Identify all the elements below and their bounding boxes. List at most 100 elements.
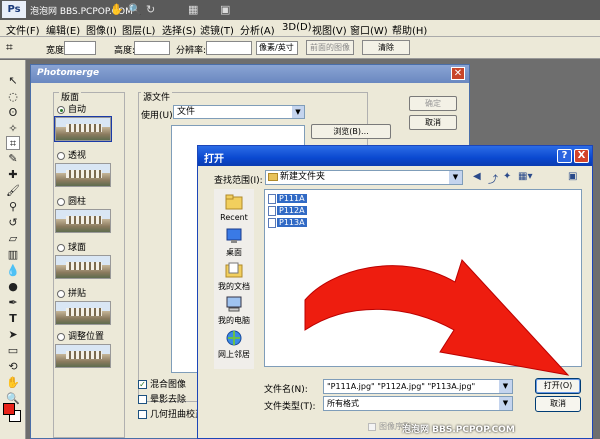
source-files-legend: 源文件	[141, 90, 173, 103]
chevron-down-icon: ▼	[499, 397, 512, 410]
menu-window[interactable]: 窗口(W)	[350, 22, 388, 37]
options-bar: ⌗ 宽度: 高度: 分辨率: 像素/英寸 前面的图像 清除	[0, 37, 600, 59]
layout-option-collage[interactable]: 拼贴	[57, 286, 86, 299]
close-button[interactable]: X	[574, 149, 589, 163]
photomerge-cancel-button[interactable]: 取消	[409, 115, 457, 130]
move-tool-icon[interactable]: ↖	[6, 74, 20, 88]
place-desktop[interactable]: 桌面	[214, 227, 254, 258]
use-select[interactable]: 文件 ▼	[173, 105, 305, 119]
eyedropper-icon[interactable]: ✎	[6, 152, 20, 166]
open-button[interactable]: 打开(O)	[535, 378, 581, 394]
healing-brush-icon[interactable]: ✚	[6, 168, 20, 182]
zoom-icon[interactable]: 🔍	[128, 3, 142, 16]
camera-icon[interactable]: ▣	[568, 171, 577, 182]
ok-button[interactable]: 确定	[409, 96, 457, 111]
menu-view[interactable]: 视图(V)	[312, 22, 347, 37]
history-brush-icon[interactable]: ↺	[6, 216, 20, 230]
layout-option-cylindrical[interactable]: 圆柱	[57, 194, 86, 207]
gradient-tool-icon[interactable]: ▥	[6, 248, 20, 262]
layout-thumbnail-spherical	[55, 255, 111, 279]
photomerge-close-button[interactable]: ✕	[451, 67, 465, 80]
look-in-select[interactable]: 新建文件夹 ▼	[265, 170, 463, 185]
menu-edit[interactable]: 编辑(E)	[46, 22, 80, 37]
clone-stamp-icon[interactable]: ⚲	[6, 200, 20, 214]
place-recent[interactable]: Recent	[214, 193, 254, 222]
lasso-tool-icon[interactable]: ʘ	[6, 106, 20, 120]
blur-tool-icon[interactable]: 💧	[6, 264, 20, 278]
file-item[interactable]: P111A	[268, 193, 307, 205]
menu-select[interactable]: 选择(S)	[162, 22, 196, 37]
recent-folder-icon	[225, 194, 243, 210]
open-file-dialog: 打开 ? X 查找范围(I): 新建文件夹 ▼ ◀ ⤴ ✦ ▦▾ ▣ Recent…	[197, 145, 593, 439]
place-network[interactable]: 网上邻居	[214, 329, 254, 360]
layout-option-auto[interactable]: 自动	[57, 102, 86, 115]
radio-icon	[57, 151, 65, 160]
dodge-tool-icon[interactable]: ●	[6, 280, 20, 294]
menu-filter[interactable]: 滤镜(T)	[200, 22, 234, 37]
arrange-icon[interactable]: ▦	[188, 3, 198, 16]
menu-analysis[interactable]: 分析(A)	[240, 22, 275, 37]
foreground-color-swatch[interactable]	[3, 403, 15, 415]
radio-icon	[57, 197, 65, 206]
resolution-label: 分辨率:	[176, 46, 207, 56]
resolution-input[interactable]	[206, 41, 252, 55]
rotate-icon[interactable]: ↻	[146, 3, 155, 16]
marquee-tool-icon[interactable]: ◌	[6, 90, 20, 104]
front-image-button[interactable]: 前面的图像	[306, 40, 354, 55]
radio-icon	[57, 332, 65, 341]
width-input[interactable]	[64, 41, 96, 55]
blend-images-checkbox[interactable]: ✓ 混合图像	[138, 377, 186, 390]
app-title-bar: Ps 泡泡网 BBS.PCPOP.COM ✋ 🔍 ↻ ▦ ▣	[0, 0, 600, 20]
up-folder-icon[interactable]: ⤴	[488, 171, 498, 186]
back-icon[interactable]: ◀	[473, 171, 481, 182]
pen-tool-icon[interactable]: ✒	[6, 296, 20, 310]
crop-tool-icon[interactable]: ⌗	[6, 40, 13, 55]
place-my-computer[interactable]: 我的电脑	[214, 295, 254, 326]
file-type-select[interactable]: 所有格式 ▼	[323, 396, 513, 411]
type-tool-icon[interactable]: T	[6, 312, 20, 326]
layout-thumbnail-auto	[54, 116, 112, 142]
chevron-down-icon: ▼	[449, 171, 462, 184]
crop-tool-icon[interactable]: ⌗	[6, 136, 20, 150]
3d-rotate-icon[interactable]: ⟲	[6, 360, 20, 374]
view-menu-icon[interactable]: ▦▾	[518, 171, 532, 182]
hand-icon[interactable]: ✋	[110, 3, 124, 16]
checkmark-icon: ✓	[138, 380, 147, 389]
layout-option-spherical[interactable]: 球面	[57, 240, 86, 253]
radio-icon	[57, 289, 65, 298]
file-name-input[interactable]: "P111A.jpg" "P112A.jpg" "P113A.jpg" ▼	[323, 379, 513, 394]
menu-image[interactable]: 图像(I)	[86, 22, 117, 37]
file-type-label: 文件类型(T):	[264, 402, 316, 412]
file-item[interactable]: P112A	[268, 205, 307, 217]
menu-layer[interactable]: 图层(L)	[122, 22, 155, 37]
screen-mode-icon[interactable]: ▣	[220, 3, 230, 16]
use-label: 使用(U):	[141, 111, 176, 121]
distortion-correction-checkbox[interactable]: 几何扭曲校正	[138, 407, 204, 420]
hand-tool-icon[interactable]: ✋	[6, 376, 20, 390]
resolution-unit-select[interactable]: 像素/英寸	[256, 41, 298, 55]
magic-wand-icon[interactable]: ✧	[6, 122, 20, 136]
help-button[interactable]: ?	[557, 149, 572, 163]
file-list[interactable]: P111A P112A P113A	[264, 189, 582, 367]
path-select-icon[interactable]: ➤	[6, 328, 20, 342]
shape-tool-icon[interactable]: ▭	[6, 344, 20, 358]
menu-help[interactable]: 帮助(H)	[392, 22, 427, 37]
open-dialog-cancel-button[interactable]: 取消	[535, 396, 581, 412]
menu-file[interactable]: 文件(F)	[6, 22, 40, 37]
clear-button[interactable]: 清除	[362, 40, 410, 55]
file-item[interactable]: P113A	[268, 217, 307, 229]
places-bar: Recent 桌面 我的文档 我的电脑 网上邻居	[214, 189, 254, 369]
vignette-removal-checkbox[interactable]: 晕影去除	[138, 392, 186, 405]
menu-3d[interactable]: 3D(D)	[282, 22, 312, 33]
browse-button[interactable]: 浏览(B)...	[311, 124, 391, 139]
my-documents-icon	[225, 262, 243, 278]
new-folder-icon[interactable]: ✦	[503, 171, 511, 182]
network-icon	[226, 330, 242, 346]
brush-tool-icon[interactable]: 🖌	[6, 184, 20, 198]
layout-option-perspective[interactable]: 透视	[57, 148, 86, 161]
place-my-documents[interactable]: 我的文档	[214, 261, 254, 292]
layout-thumbnail-reposition	[55, 344, 111, 368]
height-input[interactable]	[134, 41, 170, 55]
layout-option-reposition[interactable]: 调整位置	[57, 329, 104, 342]
eraser-icon[interactable]: ▱	[6, 232, 20, 246]
